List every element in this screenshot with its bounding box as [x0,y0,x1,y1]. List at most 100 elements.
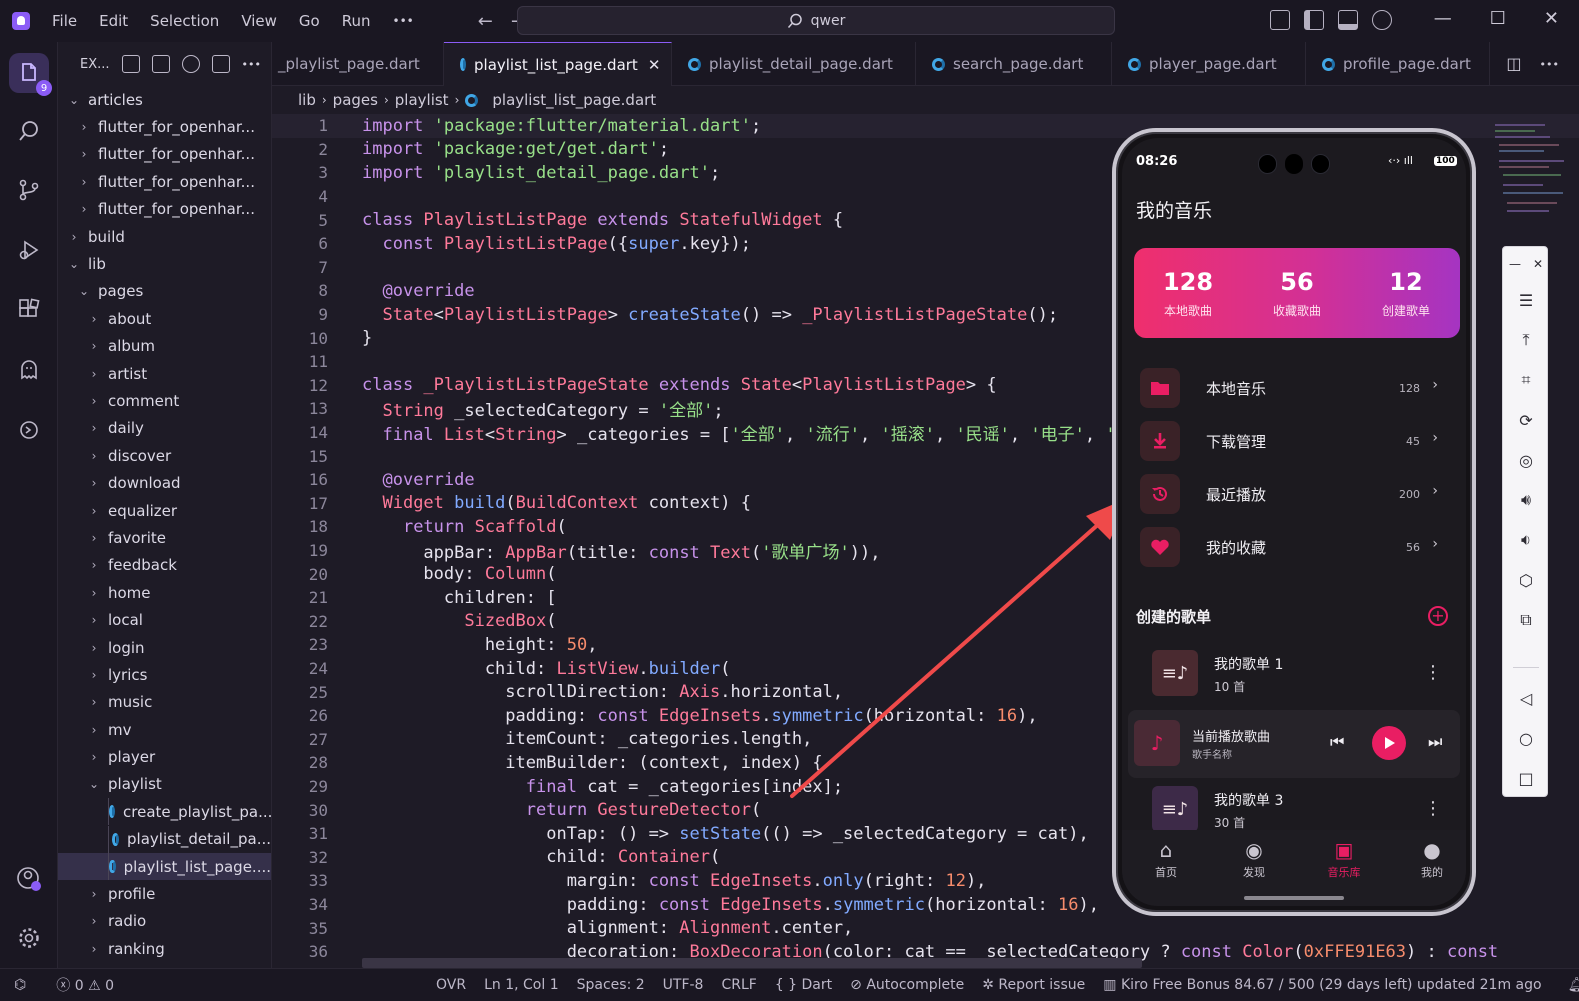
chat-icon[interactable] [1372,10,1392,30]
breadcrumb-item[interactable]: playlist [395,91,449,109]
remote-icon[interactable]: ⌬ [14,977,26,993]
breadcrumb-item[interactable]: lib [298,91,316,109]
tree-item[interactable]: › flutter_for_openhar... [58,196,271,223]
editor-more-icon[interactable]: ••• [1540,54,1559,73]
close-tab-icon[interactable]: ✕ [648,56,661,74]
tree-item[interactable]: › login [58,634,271,661]
tree-item[interactable]: › home [58,579,271,606]
add-playlist-icon[interactable]: + [1428,606,1448,626]
minimize-icon[interactable]: — [1434,8,1452,29]
tree-item[interactable]: playlist_detail_pa... [58,825,271,853]
menu-downloads[interactable]: 下载管理 45 › [1132,415,1456,468]
new-file-icon[interactable] [121,55,140,73]
cursor-position[interactable]: Ln 1, Col 1 [484,977,559,993]
menu-run[interactable]: Run [342,12,371,30]
tree-item[interactable]: › music [58,689,271,716]
play-button[interactable] [1372,726,1406,760]
run-debug-icon[interactable] [14,235,44,265]
menu-local-music[interactable]: 本地音乐 128 › [1132,362,1456,415]
explorer-more-icon[interactable]: ••• [242,58,261,71]
tree-item[interactable]: › mv [58,716,271,743]
kiro-bonus-status[interactable]: ▥ Kiro Free Bonus 84.67 / 500 (29 days l… [1103,977,1541,993]
ovr-mode[interactable]: OVR [436,977,466,993]
recents-nav-icon[interactable]: □ [1503,763,1549,793]
tab-search-page[interactable]: search_page.dart [916,42,1112,86]
tab-playlist-page[interactable]: _playlist_page.dart [272,42,444,86]
tree-item[interactable]: ⌄ lib [58,250,271,277]
tree-item[interactable]: › comment [58,387,271,414]
playlist-name[interactable]: 我的歌单 1 [1214,654,1283,674]
tree-item[interactable]: › album [58,333,271,360]
collapse-all-icon[interactable] [211,55,230,73]
playlist-name[interactable]: 我的歌单 3 [1214,790,1283,810]
menu-selection[interactable]: Selection [150,12,219,30]
skip-next-icon[interactable]: ⏭ [1428,732,1442,752]
line-endings[interactable]: CRLF [721,977,756,993]
split-editor-icon[interactable]: ◫ [1506,54,1521,73]
horizontal-scrollbar[interactable] [362,958,1142,968]
tree-item[interactable]: playlist_list_page.... [58,852,271,881]
report-issue[interactable]: ✲ Report issue [982,977,1085,993]
problems-indicator[interactable]: ⓧ 0 ⚠ 0 [56,975,114,995]
tree-item[interactable]: create_playlist_pa... [58,798,271,826]
maximize-icon[interactable]: ☐ [1490,8,1506,29]
screenshot-icon[interactable]: ⬡ [1503,565,1549,595]
menu-go[interactable]: Go [299,12,320,30]
tree-item[interactable]: › player [58,743,271,770]
tree-item[interactable]: › build [58,223,271,250]
tree-item[interactable]: › profile [58,880,271,907]
toggle-panel-icon[interactable] [1338,10,1358,30]
tree-item[interactable]: › discover [58,442,271,469]
nav-home[interactable]: ⌂ 首页 [1136,838,1196,880]
new-folder-icon[interactable] [151,55,170,73]
playlist-more-icon[interactable]: ⋮ [1424,798,1442,819]
tab-profile-page[interactable]: profile_page.dart [1306,42,1490,86]
now-playing-bar[interactable]: ♪ 当前播放歌曲 歌手名称 ⏮ ⏭ [1128,710,1460,778]
pin-top-icon[interactable]: ⤒ [1503,325,1549,355]
tree-item[interactable]: › lyrics [58,661,271,688]
tree-item[interactable]: ⌄ playlist [58,771,271,798]
menu-favorites[interactable]: 我的收藏 56 › [1132,521,1456,574]
menu-recent[interactable]: 最近播放 200 › [1132,468,1456,521]
encoding[interactable]: UTF-8 [663,977,704,993]
close-icon[interactable]: ✕ [1533,257,1543,271]
arrow-left-icon[interactable]: ← [478,11,493,32]
kiro-ghost-icon[interactable] [14,355,44,385]
tree-item[interactable]: › flutter_for_openhar... [58,168,271,195]
crop-icon[interactable]: ⌗ [1503,365,1549,395]
minimize-icon[interactable]: — [1509,257,1521,271]
nav-profile[interactable]: ● 我的 [1402,838,1462,880]
breadcrumb-item[interactable]: playlist_list_page.dart [492,91,656,109]
search-activity-icon[interactable] [14,116,44,146]
tree-item[interactable]: › daily [58,415,271,442]
devices-icon[interactable]: ⧉ [1503,605,1549,635]
tab-playlist-list-page[interactable]: playlist_list_page.dart ✕ [444,42,672,86]
tree-item[interactable]: › artist [58,360,271,387]
rotate-icon[interactable]: ⟳ [1503,405,1549,435]
menu-view[interactable]: View [241,12,277,30]
tree-item[interactable]: › equalizer [58,497,271,524]
indentation[interactable]: Spaces: 2 [577,977,645,993]
remote-explorer-icon[interactable] [14,415,44,445]
volume-up-icon[interactable]: 🔊︎ [1503,485,1549,515]
refresh-icon[interactable] [181,55,200,73]
back-nav-icon[interactable]: ◁ [1503,683,1549,713]
playlist-more-icon[interactable]: ⋮ [1424,662,1442,683]
breadcrumb-item[interactable]: pages [333,91,378,109]
source-control-icon[interactable] [14,175,44,205]
tree-item[interactable]: › radio [58,908,271,935]
tab-playlist-detail-page[interactable]: playlist_detail_page.dart [672,42,916,86]
tree-item[interactable]: › ranking [58,935,271,962]
tree-item[interactable]: › local [58,606,271,633]
tree-item[interactable]: › about [58,305,271,332]
menu-edit[interactable]: Edit [99,12,128,30]
menu-icon[interactable]: ☰ [1503,285,1549,315]
notifications-bell-icon[interactable]: 🔔︎ [1568,977,1579,993]
volume-down-icon[interactable]: 🔉︎ [1503,525,1549,555]
tree-item[interactable]: › favorite [58,524,271,551]
tree-item[interactable]: ⌄ pages [58,278,271,305]
explorer-activity-icon[interactable]: 9 [9,53,52,96]
autocomplete-status[interactable]: ⊘ Autocomplete [850,977,964,993]
tree-item[interactable]: › feedback [58,552,271,579]
toggle-sidebar-icon[interactable] [1304,10,1324,30]
